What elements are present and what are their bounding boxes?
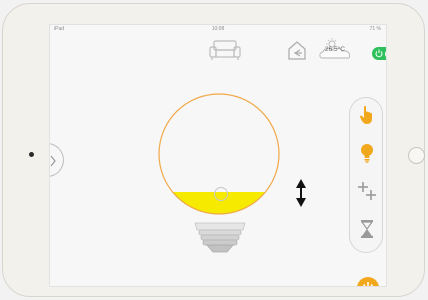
up-down-arrows-icon[interactable] (296, 179, 306, 207)
tablet-device: iPad 10:08 71 % 26.5°C (2, 3, 425, 297)
toggle-knob (384, 48, 386, 59)
power-icon (375, 49, 383, 58)
plus-cross-icon[interactable] (356, 180, 378, 202)
bulb-base (194, 222, 246, 253)
power-button[interactable] (357, 277, 379, 286)
hourglass-icon[interactable] (356, 218, 378, 240)
home-button[interactable] (408, 147, 425, 164)
power-icon (362, 282, 374, 286)
temperature-label: 26.5°C (325, 46, 345, 53)
front-camera (29, 152, 34, 157)
mode-panel (349, 97, 383, 253)
bulb-fill-level (159, 192, 279, 214)
sofa-icon[interactable] (208, 39, 242, 61)
power-toggle[interactable] (372, 47, 386, 60)
lightbulb-icon[interactable] (356, 142, 378, 164)
chevron-right-icon (50, 155, 56, 167)
weather-widget: 26.5°C (318, 37, 354, 61)
battery-label: 71 % (369, 26, 381, 32)
light-bulb[interactable] (155, 90, 285, 265)
app-screen: iPad 10:08 71 % 26.5°C (49, 24, 387, 287)
side-drawer-handle[interactable] (50, 143, 64, 177)
home-return-icon[interactable] (286, 39, 308, 61)
hand-pointer-icon[interactable] (356, 104, 378, 126)
status-bar: iPad 10:08 71 % (50, 25, 386, 34)
clock: 10:08 (211, 26, 225, 32)
